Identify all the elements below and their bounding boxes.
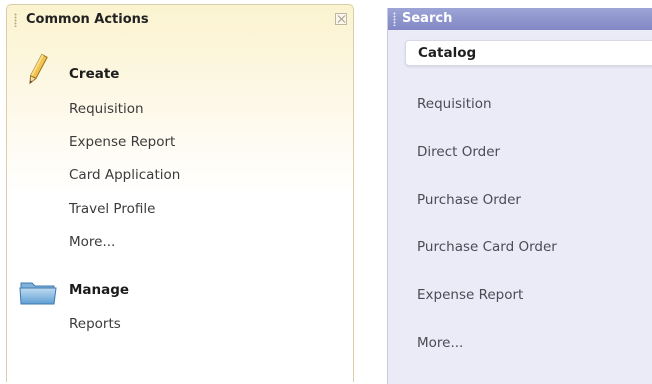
- manage-reports-link[interactable]: Reports: [69, 316, 121, 332]
- search-item-purchase-order[interactable]: Purchase Order: [417, 192, 521, 208]
- search-item-requisition[interactable]: Requisition: [417, 96, 492, 112]
- create-more-link[interactable]: More...: [69, 234, 115, 250]
- search-item-purchase-card-order[interactable]: Purchase Card Order: [417, 239, 557, 255]
- close-box-icon[interactable]: [335, 13, 347, 25]
- search-title: Search: [402, 11, 453, 26]
- create-travel-profile-link[interactable]: Travel Profile: [69, 201, 155, 217]
- create-expense-report-link[interactable]: Expense Report: [69, 134, 175, 150]
- pencil-icon: [29, 53, 48, 85]
- search-item-more[interactable]: More...: [417, 335, 463, 351]
- search-header: Search: [388, 8, 652, 30]
- manage-section-title: Manage: [69, 282, 130, 298]
- search-panel: Search Catalog Requisition Direct Order …: [387, 8, 652, 384]
- search-item-expense-report[interactable]: Expense Report: [417, 287, 523, 303]
- create-section-title: Create: [69, 66, 120, 82]
- create-card-application-link[interactable]: Card Application: [69, 167, 180, 183]
- common-actions-panel: Common Actions: [6, 4, 354, 382]
- search-item-direct-order[interactable]: Direct Order: [417, 144, 500, 160]
- common-actions-header: Common Actions: [7, 5, 353, 35]
- common-actions-title: Common Actions: [26, 12, 149, 27]
- folder-icon: [19, 282, 57, 305]
- drag-handle-icon[interactable]: [393, 12, 396, 26]
- create-requisition-link[interactable]: Requisition: [69, 101, 144, 117]
- drag-handle-icon[interactable]: [14, 13, 17, 27]
- tab-catalog[interactable]: Catalog: [405, 40, 652, 66]
